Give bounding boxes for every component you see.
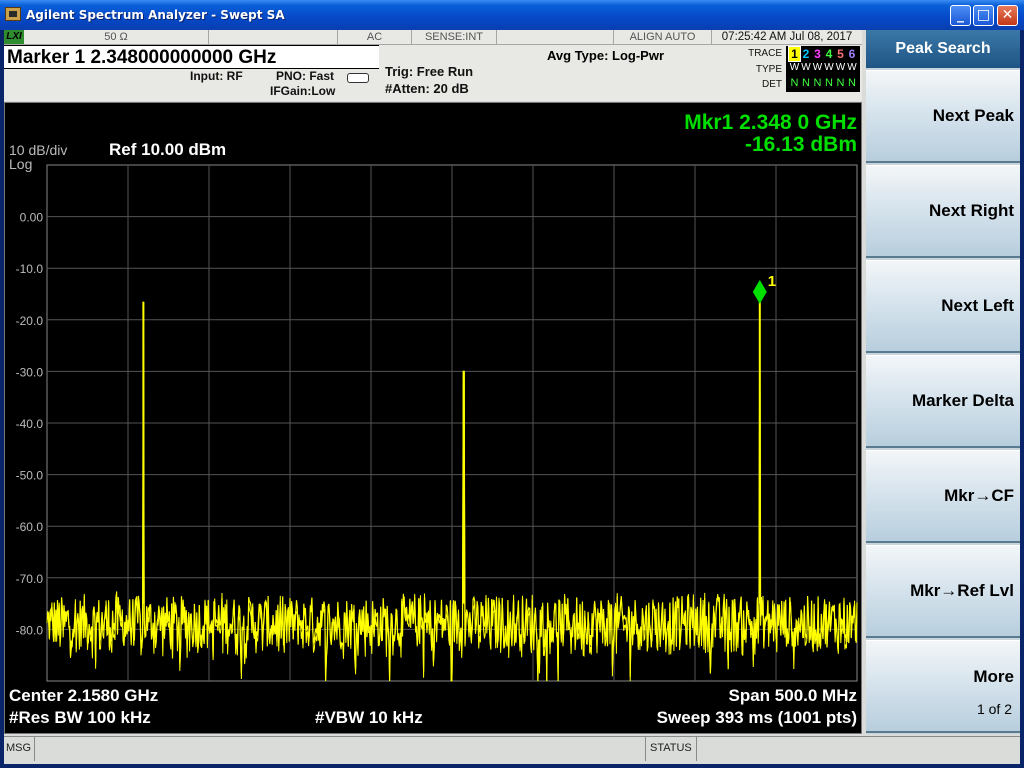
sense-indicator: SENSE:INT bbox=[412, 30, 497, 45]
pno-setting: PNO: Fast bbox=[276, 69, 335, 83]
app-icon bbox=[5, 7, 21, 21]
softkey-label: Next Left bbox=[941, 296, 1014, 315]
y-tick-label: -70.0 bbox=[16, 572, 44, 586]
next-peak-button[interactable]: Next Peak bbox=[866, 70, 1020, 163]
trace-detector-3: N bbox=[813, 77, 822, 89]
trace-legend-label: TRACE bbox=[748, 48, 782, 59]
title-bar[interactable]: Agilent Spectrum Analyzer - Swept SA _ □… bbox=[0, 0, 1024, 30]
y-tick-label: -40.0 bbox=[16, 417, 44, 431]
message-bar: MSG STATUS bbox=[4, 736, 1020, 761]
marker-frequency-readout: Mkr1 2.348 0 GHz bbox=[684, 111, 857, 134]
window-title: Agilent Spectrum Analyzer - Swept SA bbox=[26, 8, 285, 22]
softkey-label: Mkr→CF bbox=[944, 486, 1014, 505]
trace-type-5: W bbox=[835, 62, 846, 73]
softkey-label: Mkr→Ref Lvl bbox=[910, 581, 1014, 600]
y-tick-label: -10.0 bbox=[16, 262, 44, 276]
y-tick-label: -20.0 bbox=[16, 314, 44, 328]
trace-detector-2: N bbox=[802, 77, 810, 89]
det-legend-label: DET bbox=[762, 79, 782, 90]
msg-label: MSG bbox=[6, 742, 32, 754]
softkey-menu-title: Peak Search bbox=[866, 30, 1020, 68]
y-tick-label: -60.0 bbox=[16, 520, 44, 534]
align-indicator: ALIGN AUTO bbox=[614, 30, 712, 45]
softkey-panel: Peak Search Next Peak Next Right Next Le… bbox=[866, 30, 1020, 734]
trace-number-2: 2 bbox=[802, 47, 810, 61]
spectrum-display[interactable]: 10 dB/div Log Ref 10.00 dBm 0.00 -10.0 -20.0-… bbox=[4, 102, 862, 734]
softkey-label: Next Right bbox=[929, 201, 1014, 220]
marker-1-label: 1 bbox=[768, 273, 776, 290]
trigger-setting: Trig: Free Run bbox=[385, 64, 474, 79]
minimize-button[interactable]: _ bbox=[950, 5, 971, 26]
status-label: STATUS bbox=[650, 742, 692, 754]
softkey-label: More bbox=[973, 667, 1014, 686]
datetime: 07:25:42 AM Jul 08, 2017 bbox=[721, 31, 853, 43]
spectrum-plot: 10 dB/divLogRef 10.00 dBm0.00-10.0-20.0-… bbox=[9, 111, 858, 727]
video-bandwidth: #VBW 10 kHz bbox=[315, 708, 423, 727]
softkey-label: Next Peak bbox=[932, 106, 1014, 125]
close-button[interactable]: ✕ bbox=[997, 5, 1018, 26]
scale-type: Log bbox=[9, 156, 32, 172]
trace-number-5: 5 bbox=[837, 47, 844, 61]
input-setting: Input: RF bbox=[190, 69, 243, 83]
trace-detector-4: N bbox=[825, 77, 833, 89]
next-right-button[interactable]: Next Right bbox=[866, 165, 1020, 258]
softkey-page-indicator: 1 of 2 bbox=[976, 701, 1012, 717]
spacer bbox=[497, 30, 614, 45]
status-field bbox=[696, 737, 1020, 761]
more-button[interactable]: More 1 of 2 bbox=[866, 640, 1020, 733]
ifgain-setting: IFGain:Low bbox=[270, 84, 336, 98]
trace-type-4: W bbox=[824, 62, 834, 73]
lxi-badge: LXI bbox=[4, 30, 24, 44]
reference-level: Ref 10.00 dBm bbox=[109, 140, 226, 159]
sweep-time: Sweep 393 ms (1001 pts) bbox=[657, 708, 857, 727]
center-frequency: Center 2.1580 GHz bbox=[9, 686, 158, 705]
attenuation-setting: #Atten: 20 dB bbox=[385, 81, 469, 96]
trace-type-2: W bbox=[801, 62, 811, 73]
trace-detector-6: N bbox=[848, 77, 856, 89]
trace-number-4: 4 bbox=[825, 47, 833, 61]
trace-detector-5: N bbox=[836, 77, 845, 89]
trace-type-3: W bbox=[812, 62, 823, 73]
trace-number-3: 3 bbox=[814, 47, 821, 61]
mkr-to-cf-button[interactable]: Mkr→CF bbox=[866, 450, 1020, 543]
coupling-indicator: AC bbox=[337, 30, 412, 45]
span-setting: Span 500.0 MHz bbox=[729, 686, 858, 705]
message-field bbox=[34, 737, 646, 761]
status-strip: LXI 50 Ω AC SENSE:INT ALIGN AUTO 07:25:4… bbox=[4, 30, 862, 45]
trace-number-6: 6 bbox=[848, 47, 856, 61]
avg-type: Avg Type: Log-Pwr bbox=[547, 48, 664, 63]
settings-panel: Input: RF PNO: Fast IFGain:Low Trig: Fre… bbox=[4, 46, 862, 101]
marker-amplitude-readout: -16.13 dBm bbox=[745, 133, 857, 156]
marker-1-diamond bbox=[752, 279, 767, 304]
type-legend-label: TYPE bbox=[755, 64, 782, 75]
pno-icon bbox=[347, 73, 369, 83]
trace-type-6: W bbox=[847, 62, 857, 73]
softkey-label: Marker Delta bbox=[911, 391, 1014, 410]
maximize-button[interactable]: □ bbox=[973, 5, 994, 26]
marker-readout: Marker 1 2.348000000000 GHz bbox=[4, 45, 379, 69]
y-tick-label: -50.0 bbox=[16, 469, 44, 483]
trace-type-1: W bbox=[789, 62, 800, 73]
mkr-to-ref-lvl-button[interactable]: Mkr→Ref Lvl bbox=[866, 545, 1020, 638]
marker-delta-button[interactable]: Marker Delta bbox=[866, 355, 1020, 448]
trace-detector-1: N bbox=[790, 77, 799, 89]
client-area: LXI 50 Ω AC SENSE:INT ALIGN AUTO 07:25:4… bbox=[4, 30, 1020, 764]
y-tick-label: -80.0 bbox=[16, 623, 44, 637]
y-tick-label: 0.00 bbox=[20, 211, 44, 225]
resolution-bandwidth: #Res BW 100 kHz bbox=[9, 708, 151, 727]
impedance-indicator: 50 Ω bbox=[24, 30, 209, 45]
y-tick-label: -30.0 bbox=[16, 365, 44, 379]
analyzer-window: Agilent Spectrum Analyzer - Swept SA _ □… bbox=[0, 0, 1024, 768]
trace-number-1: 1 bbox=[788, 46, 801, 62]
next-left-button[interactable]: Next Left bbox=[866, 260, 1020, 353]
